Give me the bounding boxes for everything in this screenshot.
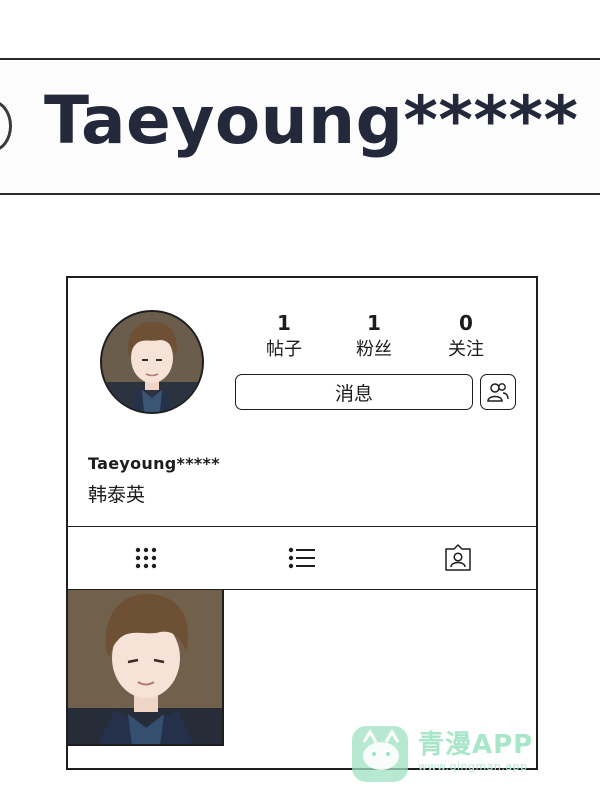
users-icon	[487, 383, 509, 402]
tab-grid[interactable]	[68, 527, 224, 589]
tagged-person-icon	[445, 544, 471, 571]
message-button[interactable]: 消息	[235, 374, 473, 410]
profile-username: Taeyoung*****	[88, 454, 220, 473]
search-icon	[0, 100, 12, 152]
watermark-name: 青漫APP	[418, 730, 534, 760]
watermark-url: www.qingman.app	[418, 760, 528, 773]
list-icon	[288, 547, 315, 569]
stat-posts[interactable]: 1 帖子	[244, 312, 324, 362]
profile-card: 1 帖子 1 粉丝 0 关注 消息 Taeyoung***** 韩泰英	[66, 276, 538, 770]
grid-icon	[135, 547, 157, 569]
search-bar[interactable]: Taeyoung*****	[0, 58, 600, 195]
suggested-users-button[interactable]	[480, 374, 516, 410]
message-button-label: 消息	[334, 382, 373, 405]
watermark: 青漫APP www.qingman.app	[350, 720, 550, 800]
profile-tab-bar	[68, 526, 536, 590]
post-thumbnail-image	[68, 590, 222, 744]
stat-following[interactable]: 0 关注	[426, 312, 506, 362]
search-query: Taeyoung*****	[44, 82, 579, 159]
stat-followers-count: 1	[367, 311, 381, 335]
stat-followers-label: 粉丝	[356, 339, 392, 360]
stat-following-label: 关注	[448, 339, 484, 360]
profile-real-name: 韩泰英	[88, 484, 146, 506]
stat-followers[interactable]: 1 粉丝	[334, 312, 414, 362]
avatar-portrait	[102, 312, 202, 412]
stat-posts-count: 1	[277, 311, 291, 335]
tab-tagged[interactable]	[380, 527, 536, 589]
stat-following-count: 0	[459, 311, 473, 335]
stat-posts-label: 帖子	[266, 339, 302, 360]
avatar[interactable]	[100, 310, 204, 414]
cat-logo-icon	[352, 726, 408, 782]
post-thumbnail[interactable]	[68, 590, 224, 746]
tab-list[interactable]	[224, 527, 380, 589]
